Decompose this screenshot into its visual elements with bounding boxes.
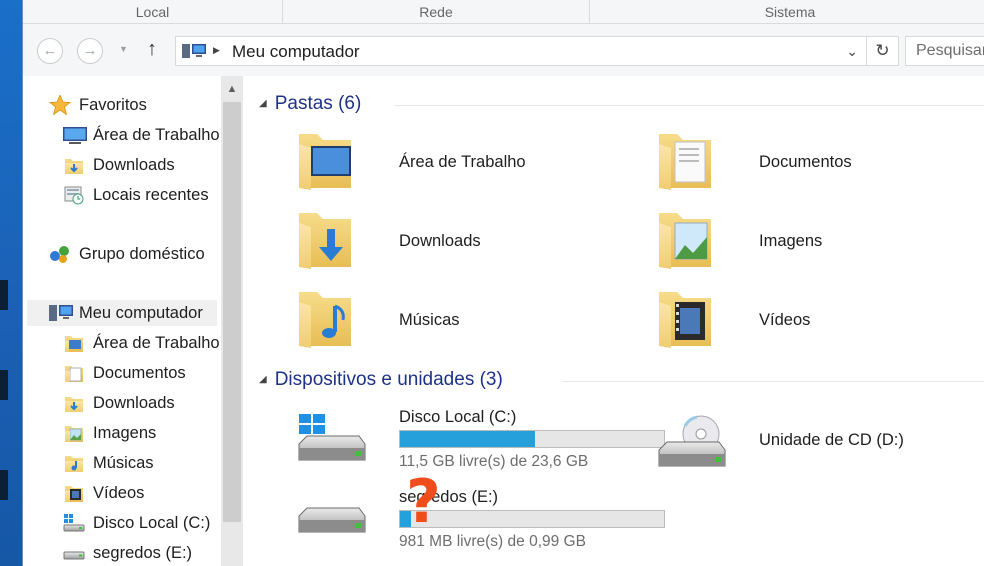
ribbon: Local Rede Sistema	[23, 0, 984, 24]
documents-folder-icon	[63, 363, 85, 383]
search-box[interactable]	[905, 36, 984, 66]
drive-d[interactable]: Unidade de CD (D:)	[655, 406, 984, 476]
search-input[interactable]	[906, 37, 984, 65]
folder-tile-videos[interactable]: Vídeos	[655, 286, 984, 356]
videos-folder-icon	[63, 483, 85, 503]
navigation-pane: Favoritos Área de Trabalho Downloads Loc…	[23, 76, 223, 566]
up-button[interactable]: ↑	[147, 38, 157, 61]
ribbon-group-sistema: Sistema	[764, 4, 816, 20]
address-history-chevron-icon[interactable]: ⌄	[846, 43, 858, 60]
star-icon	[48, 93, 72, 116]
folders-header-divider	[395, 105, 984, 106]
scroll-thumb[interactable]	[223, 102, 241, 522]
breadcrumb-chevron-icon[interactable]: ▶	[213, 45, 220, 56]
address-bar[interactable]: ▶ Meu computador ⌄ ↻	[175, 36, 899, 66]
forward-button[interactable]: →	[77, 38, 103, 64]
scroll-up-icon[interactable]: ▲	[221, 78, 243, 100]
desktop-folder-icon	[295, 128, 359, 199]
collapse-caret-icon[interactable]: ◢	[259, 98, 267, 109]
folder-tile-desktop[interactable]: Área de Trabalho	[295, 128, 635, 198]
devices-section-header[interactable]: ◢ Dispositivos e unidades (3)	[259, 369, 503, 391]
windows-drive-icon	[295, 414, 367, 473]
forward-arrow-icon: →	[82, 42, 98, 59]
drive-c-usage-bar	[399, 430, 665, 448]
folder-tile-downloads[interactable]: Downloads	[295, 207, 635, 277]
nav-computer[interactable]: Meu computador	[27, 300, 217, 326]
back-arrow-icon: ←	[42, 42, 58, 59]
refresh-button[interactable]: ↻	[866, 37, 898, 65]
address-path[interactable]: Meu computador	[232, 42, 360, 62]
documents-folder-icon	[655, 128, 719, 199]
folder-tile-documents[interactable]: Documentos	[655, 128, 984, 198]
downloads-folder-icon	[295, 207, 359, 278]
content-area: ◢Pastas (6) Área de Trabalho Documentos	[245, 76, 984, 566]
ribbon-group-local: Local	[23, 0, 283, 24]
drive-e[interactable]: segredos (E:) 981 MB livre(s) de 0,99 GB	[295, 486, 665, 556]
folder-tile-music[interactable]: Músicas	[295, 286, 635, 356]
refresh-icon: ↻	[875, 41, 890, 60]
folder-tile-pictures[interactable]: Imagens	[655, 207, 984, 277]
music-folder-icon	[295, 286, 359, 357]
navigation-bar: ← → ▼ ↑ ▶ Meu computador ⌄ ↻ Pesquisar	[23, 24, 984, 76]
drive-icon	[295, 494, 367, 553]
up-arrow-icon: ↑	[147, 38, 157, 60]
desktop-icon	[63, 125, 87, 145]
desktop-folder-icon	[63, 333, 85, 353]
question-mark-annotation: ?	[406, 467, 441, 537]
back-button[interactable]: ←	[37, 38, 63, 64]
computer-icon	[182, 44, 206, 65]
music-folder-icon	[63, 453, 85, 473]
screenshot-frame: Local Rede Sistema ← → ▼ ↑ ▶ Meu computa…	[0, 0, 984, 566]
drive-c[interactable]: Disco Local (C:) 11,5 GB livre(s) de 23,…	[295, 406, 665, 476]
homegroup-icon	[49, 244, 71, 264]
nav-pane-scrollbar[interactable]: ▲	[221, 76, 243, 566]
pictures-folder-icon	[63, 423, 85, 443]
computer-icon	[49, 303, 73, 323]
explorer-window: Local Rede Sistema ← → ▼ ↑ ▶ Meu computa…	[22, 0, 984, 566]
recent-locations-dropdown[interactable]: ▼	[119, 44, 128, 54]
downloads-folder-icon	[63, 393, 85, 413]
drive-icon	[63, 543, 85, 563]
devices-header-divider	[563, 381, 984, 382]
drive-c-usage-fill	[400, 431, 535, 447]
cd-drive-icon	[655, 414, 727, 475]
ribbon-group-rede: Rede	[283, 0, 590, 24]
downloads-folder-icon	[63, 155, 85, 175]
pictures-folder-icon	[655, 207, 719, 278]
collapse-caret-icon[interactable]: ◢	[259, 374, 267, 385]
recent-places-icon	[63, 185, 85, 205]
videos-folder-icon	[655, 286, 719, 357]
desktop-edge	[0, 0, 22, 566]
folders-section-header[interactable]: ◢ Pastas (6)	[259, 93, 361, 115]
windows-drive-icon	[63, 513, 85, 533]
